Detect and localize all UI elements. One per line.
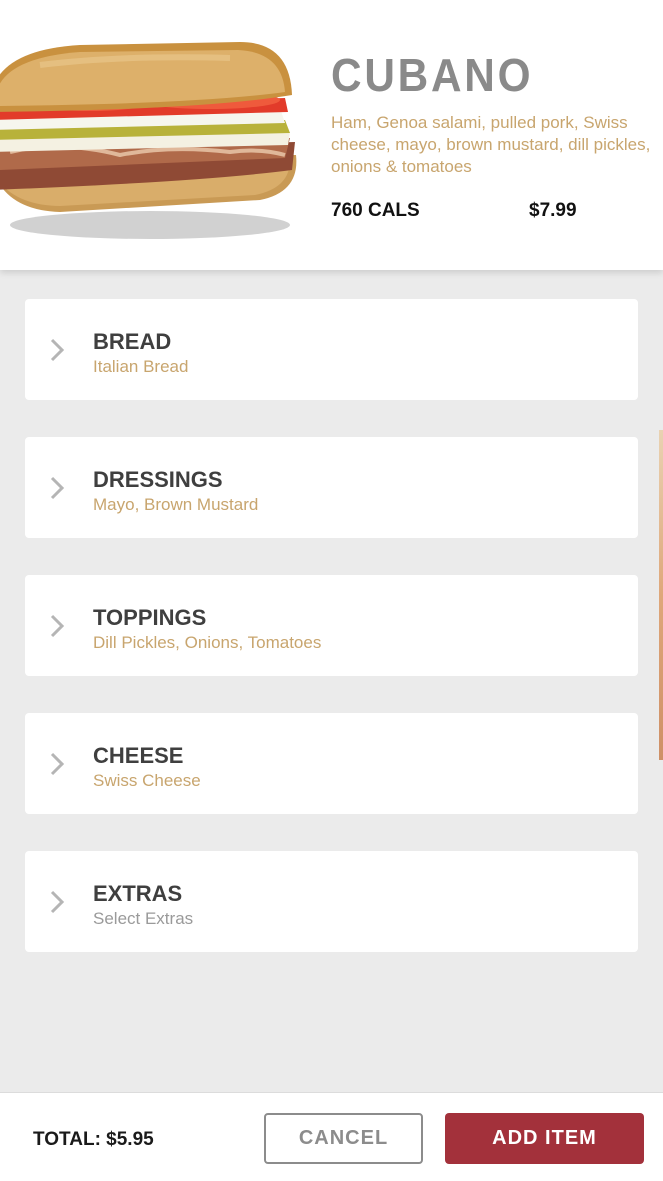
product-title: CUBANO	[331, 49, 534, 101]
chevron-right-icon	[50, 890, 65, 914]
chevron-right-icon	[50, 476, 65, 500]
option-value: Italian Bread	[93, 357, 189, 376]
edge-decoration	[659, 430, 663, 760]
option-label: CHEESE	[93, 743, 184, 768]
option-value: Dill Pickles, Onions, Tomatoes	[93, 633, 322, 652]
option-label: DRESSINGS	[93, 467, 223, 492]
option-toppings[interactable]: TOPPINGS Dill Pickles, Onions, Tomatoes	[25, 575, 638, 676]
product-price: $7.99	[529, 200, 577, 221]
option-value: Select Extras	[93, 909, 194, 928]
product-header: CUBANO Ham, Genoa salami, pulled pork, S…	[0, 0, 663, 270]
option-label: BREAD	[93, 329, 172, 354]
option-label: TOPPINGS	[93, 605, 207, 630]
cancel-button[interactable]: CANCEL	[264, 1113, 423, 1164]
option-value: Swiss Cheese	[93, 771, 201, 790]
chevron-right-icon	[50, 614, 65, 638]
option-dressings[interactable]: DRESSINGS Mayo, Brown Mustard	[25, 437, 638, 538]
footer-bar: TOTAL: $5.95 CANCEL ADD ITEM	[0, 1092, 663, 1181]
option-bread[interactable]: BREAD Italian Bread	[25, 299, 638, 400]
option-value: Mayo, Brown Mustard	[93, 495, 259, 514]
option-cheese[interactable]: CHEESE Swiss Cheese	[25, 713, 638, 814]
add-item-button[interactable]: ADD ITEM	[445, 1113, 644, 1164]
option-extras[interactable]: EXTRAS Select Extras	[25, 851, 638, 952]
sandwich-image	[0, 42, 297, 239]
order-total: TOTAL: $5.95	[33, 1129, 154, 1150]
product-description: Ham, Genoa salami, pulled pork, Swiss ch…	[331, 113, 651, 176]
product-calories: 760 CALS	[331, 200, 420, 221]
chevron-right-icon	[50, 752, 65, 776]
chevron-right-icon	[50, 338, 65, 362]
option-label: EXTRAS	[93, 881, 183, 906]
